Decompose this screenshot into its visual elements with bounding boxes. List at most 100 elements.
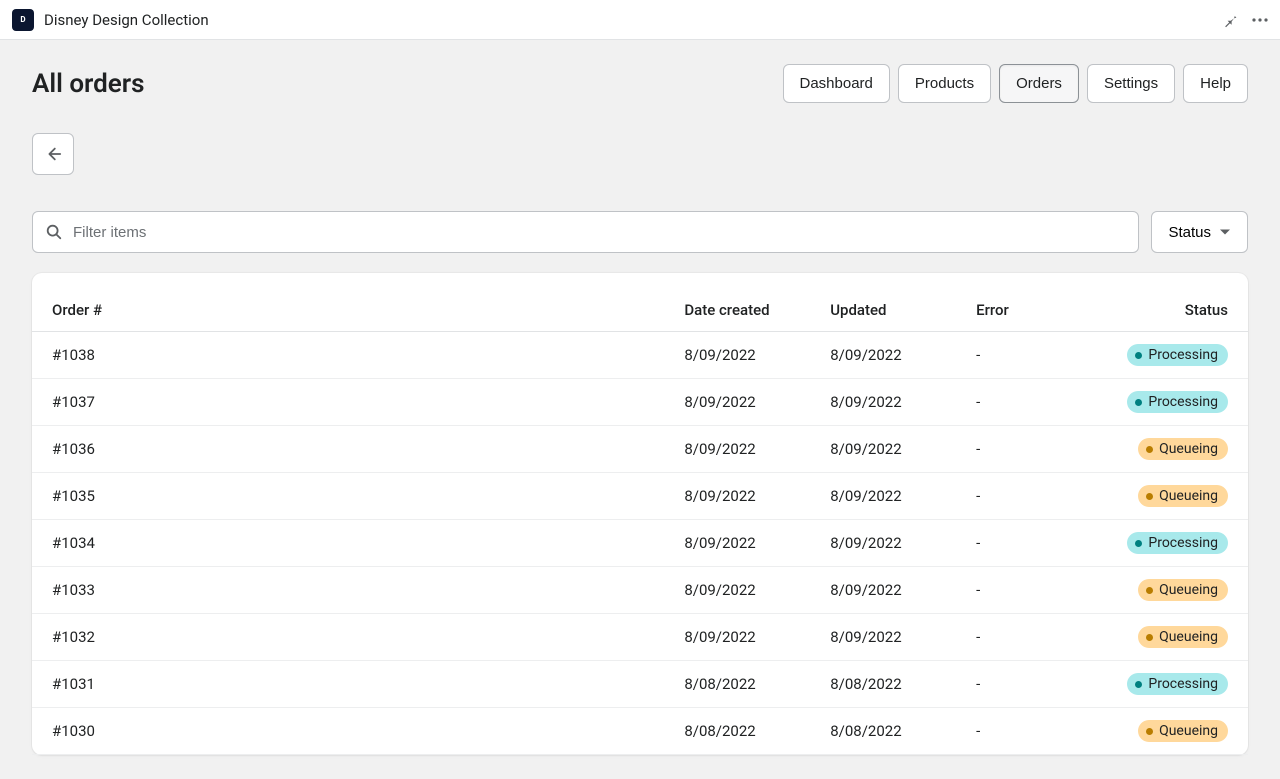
topbar: D Disney Design Collection xyxy=(0,0,1280,40)
cell-date-created: 8/09/2022 xyxy=(664,567,810,614)
table-row[interactable]: #10348/09/20228/09/2022-Processing xyxy=(32,520,1248,567)
cell-date-created: 8/09/2022 xyxy=(664,473,810,520)
table-row[interactable]: #10378/09/20228/09/2022-Processing xyxy=(32,379,1248,426)
nav-settings[interactable]: Settings xyxy=(1087,64,1175,103)
search-icon xyxy=(45,223,73,241)
cell-updated: 8/09/2022 xyxy=(810,567,956,614)
cell-order: #1032 xyxy=(32,614,664,661)
cell-error: - xyxy=(956,614,1078,661)
nav-dashboard[interactable]: Dashboard xyxy=(783,64,890,103)
cell-status: Processing xyxy=(1078,661,1248,708)
cell-status: Queueing xyxy=(1078,567,1248,614)
more-icon[interactable] xyxy=(1252,18,1268,22)
status-badge: Processing xyxy=(1127,673,1228,695)
cell-error: - xyxy=(956,661,1078,708)
cell-order: #1037 xyxy=(32,379,664,426)
cell-order: #1030 xyxy=(32,708,664,755)
status-label: Queueing xyxy=(1159,629,1218,645)
status-badge: Processing xyxy=(1127,391,1228,413)
status-label: Queueing xyxy=(1159,441,1218,457)
table-row[interactable]: #10358/09/20228/09/2022-Queueing xyxy=(32,473,1248,520)
status-dot-icon xyxy=(1135,399,1142,406)
status-label: Processing xyxy=(1148,347,1218,363)
app-logo: D xyxy=(12,9,34,31)
table-row[interactable]: #10328/09/20228/09/2022-Queueing xyxy=(32,614,1248,661)
status-dot-icon xyxy=(1146,634,1153,641)
cell-order: #1036 xyxy=(32,426,664,473)
cell-updated: 8/08/2022 xyxy=(810,661,956,708)
cell-status: Processing xyxy=(1078,520,1248,567)
cell-updated: 8/09/2022 xyxy=(810,426,956,473)
nav-orders[interactable]: Orders xyxy=(999,64,1079,103)
cell-updated: 8/09/2022 xyxy=(810,473,956,520)
status-label: Processing xyxy=(1148,535,1218,551)
cell-status: Queueing xyxy=(1078,426,1248,473)
cell-order: #1031 xyxy=(32,661,664,708)
cell-error: - xyxy=(956,426,1078,473)
status-badge: Queueing xyxy=(1138,485,1228,507)
table-row[interactable]: #10368/09/20228/09/2022-Queueing xyxy=(32,426,1248,473)
app-name: Disney Design Collection xyxy=(44,11,209,29)
nav-help[interactable]: Help xyxy=(1183,64,1248,103)
status-badge: Queueing xyxy=(1138,438,1228,460)
table-row[interactable]: #10308/08/20228/08/2022-Queueing xyxy=(32,708,1248,755)
cell-error: - xyxy=(956,520,1078,567)
cell-error: - xyxy=(956,567,1078,614)
search-field[interactable] xyxy=(32,211,1139,253)
cell-status: Queueing xyxy=(1078,473,1248,520)
th-error: Error xyxy=(956,289,1078,332)
cell-order: #1033 xyxy=(32,567,664,614)
th-date-created: Date created xyxy=(664,289,810,332)
status-dot-icon xyxy=(1146,446,1153,453)
status-dot-icon xyxy=(1135,352,1142,359)
cell-order: #1038 xyxy=(32,332,664,379)
table-row[interactable]: #10318/08/20228/08/2022-Processing xyxy=(32,661,1248,708)
cell-updated: 8/09/2022 xyxy=(810,379,956,426)
cell-error: - xyxy=(956,708,1078,755)
cell-order: #1034 xyxy=(32,520,664,567)
cell-error: - xyxy=(956,379,1078,426)
th-status: Status xyxy=(1078,289,1248,332)
orders-table: Order # Date created Updated Error Statu… xyxy=(32,289,1248,755)
th-order: Order # xyxy=(32,289,664,332)
status-badge: Processing xyxy=(1127,344,1228,366)
table-row[interactable]: #10388/09/20228/09/2022-Processing xyxy=(32,332,1248,379)
status-dot-icon xyxy=(1135,681,1142,688)
cell-error: - xyxy=(956,332,1078,379)
nav-buttons: Dashboard Products Orders Settings Help xyxy=(783,64,1249,103)
status-filter[interactable]: Status xyxy=(1151,211,1248,253)
status-dot-icon xyxy=(1146,587,1153,594)
status-filter-label: Status xyxy=(1168,224,1211,241)
status-dot-icon xyxy=(1135,540,1142,547)
cell-status: Processing xyxy=(1078,379,1248,426)
cell-date-created: 8/09/2022 xyxy=(664,379,810,426)
nav-products[interactable]: Products xyxy=(898,64,991,103)
status-badge: Queueing xyxy=(1138,579,1228,601)
cell-updated: 8/09/2022 xyxy=(810,520,956,567)
search-input[interactable] xyxy=(73,224,1126,241)
cell-date-created: 8/09/2022 xyxy=(664,614,810,661)
status-label: Queueing xyxy=(1159,723,1218,739)
status-badge: Queueing xyxy=(1138,626,1228,648)
table-row[interactable]: #10338/09/20228/09/2022-Queueing xyxy=(32,567,1248,614)
cell-date-created: 8/09/2022 xyxy=(664,520,810,567)
status-dot-icon xyxy=(1146,728,1153,735)
arrow-left-icon xyxy=(44,145,62,163)
back-button[interactable] xyxy=(32,133,74,175)
cell-status: Queueing xyxy=(1078,708,1248,755)
status-label: Queueing xyxy=(1159,582,1218,598)
cell-date-created: 8/08/2022 xyxy=(664,661,810,708)
page-title: All orders xyxy=(32,69,145,99)
cell-date-created: 8/08/2022 xyxy=(664,708,810,755)
cell-updated: 8/09/2022 xyxy=(810,614,956,661)
cell-date-created: 8/09/2022 xyxy=(664,426,810,473)
th-updated: Updated xyxy=(810,289,956,332)
orders-table-card: Order # Date created Updated Error Statu… xyxy=(32,273,1248,755)
status-label: Queueing xyxy=(1159,488,1218,504)
status-label: Processing xyxy=(1148,676,1218,692)
pin-icon[interactable] xyxy=(1222,12,1238,28)
cell-date-created: 8/09/2022 xyxy=(664,332,810,379)
cell-error: - xyxy=(956,473,1078,520)
cell-status: Processing xyxy=(1078,332,1248,379)
status-badge: Processing xyxy=(1127,532,1228,554)
